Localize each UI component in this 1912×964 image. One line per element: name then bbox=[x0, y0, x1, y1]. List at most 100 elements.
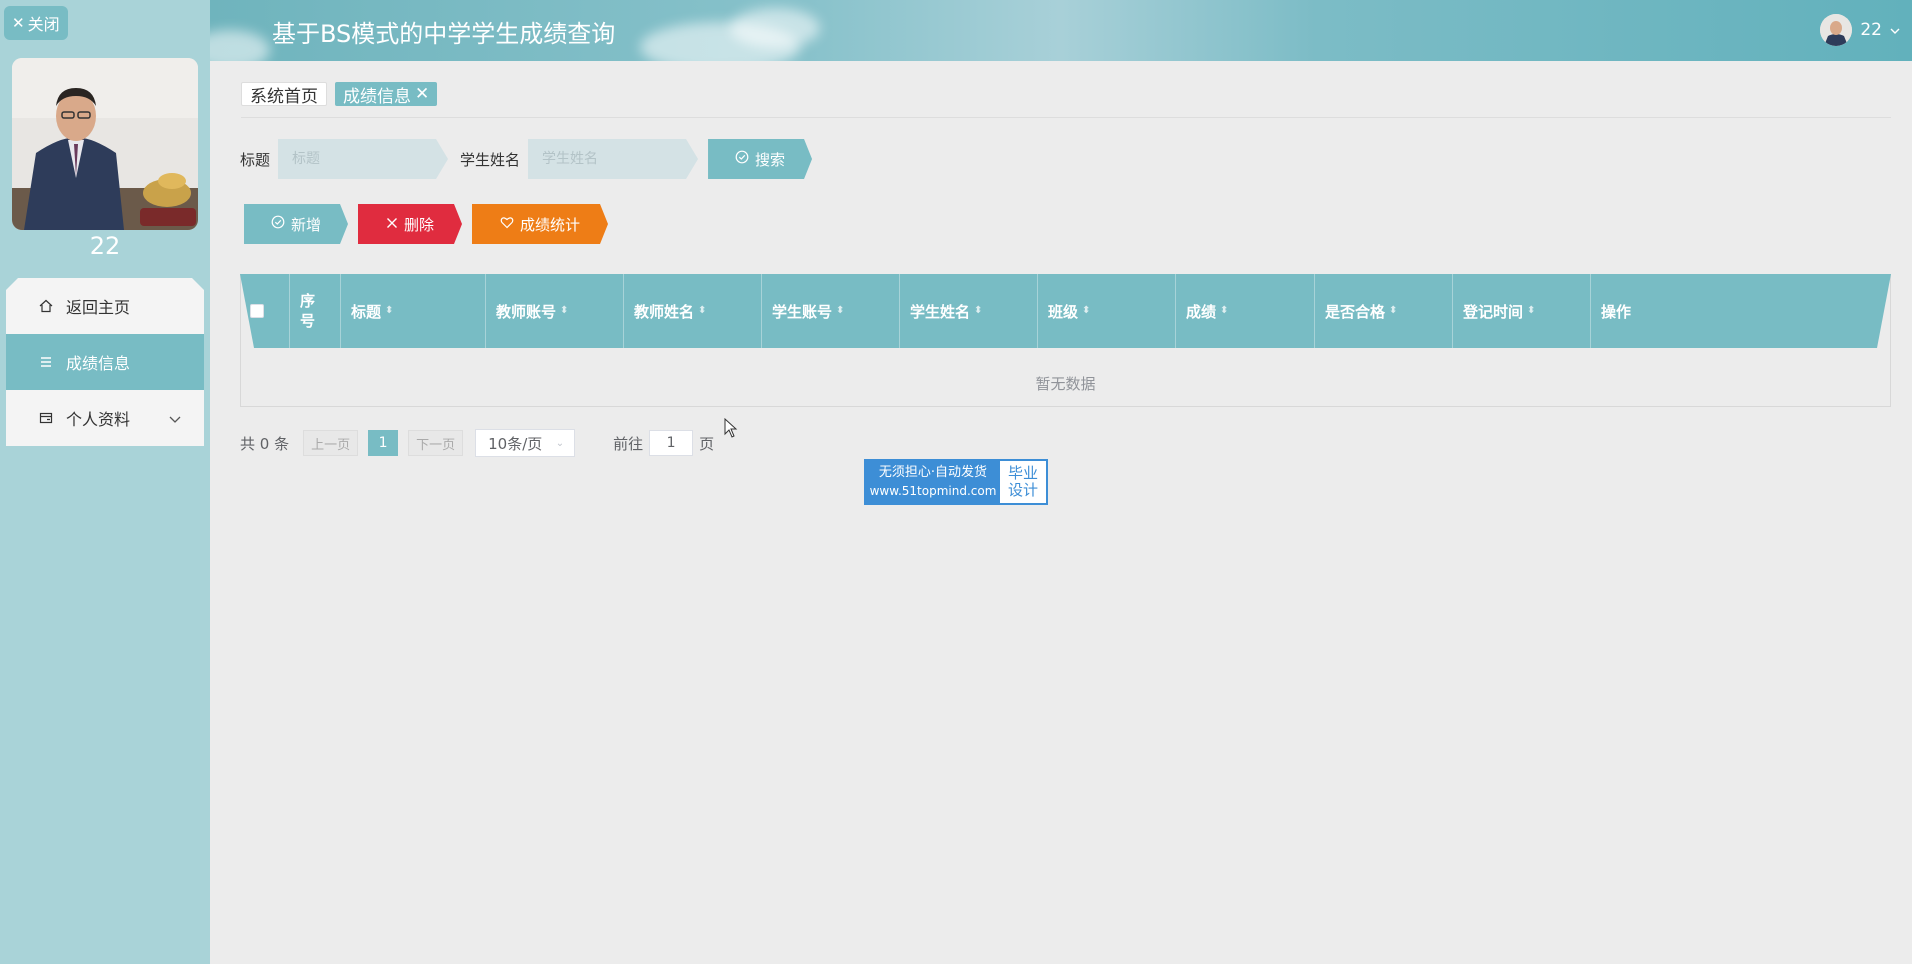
header-cloud-decoration bbox=[210, 30, 270, 61]
empty-state-text: 暂无数据 bbox=[1035, 375, 1096, 393]
student-name-search-input[interactable] bbox=[528, 139, 698, 179]
column-header-actions: 操作 bbox=[1591, 274, 1891, 348]
check-circle-icon bbox=[735, 150, 749, 168]
column-header-label: 学生账号 bbox=[772, 302, 833, 321]
close-label: 关闭 bbox=[27, 15, 60, 34]
profile-icon bbox=[38, 410, 54, 426]
pagination-total: 共 0 条 bbox=[240, 434, 290, 453]
column-header-label: 操作 bbox=[1601, 302, 1632, 321]
column-header-label: 教师姓名 bbox=[634, 302, 695, 321]
sort-icon[interactable]: ⬍ bbox=[1389, 306, 1397, 316]
page-size-select[interactable]: 10条/页 ⌄ bbox=[475, 429, 576, 457]
sidebar-item-profile[interactable]: 个人资料 bbox=[6, 390, 204, 446]
column-header-title[interactable]: 标题 ⬍ bbox=[341, 274, 486, 348]
column-header-student-name[interactable]: 学生姓名 ⬍ bbox=[900, 274, 1038, 348]
sort-icon[interactable]: ⬍ bbox=[560, 306, 568, 316]
page-title: 基于BS模式的中学学生成绩查询 bbox=[272, 20, 616, 48]
column-header-label: 序号 bbox=[300, 292, 316, 330]
home-icon bbox=[38, 298, 54, 314]
delete-button-label: 删除 bbox=[403, 215, 434, 234]
close-icon: ✕ bbox=[12, 14, 25, 32]
title-search-input[interactable] bbox=[278, 139, 448, 179]
heart-icon bbox=[500, 215, 514, 233]
watermark-logo-left: 无须担心·自动发货 www.51topmind.com bbox=[866, 461, 1000, 503]
mouse-cursor-icon bbox=[724, 417, 738, 442]
page-size-value: 10条/页 bbox=[488, 434, 543, 453]
sort-icon[interactable]: ⬍ bbox=[1527, 306, 1535, 316]
sidebar-menu: 返回主页 成绩信息 个人资料 bbox=[6, 278, 204, 446]
sidebar-user-name: 22 bbox=[89, 232, 121, 260]
next-page-button[interactable]: 下一页 bbox=[408, 430, 464, 456]
prev-page-button[interactable]: 上一页 bbox=[303, 430, 359, 456]
delete-button[interactable]: 删除 bbox=[358, 204, 462, 244]
close-sidebar-button[interactable]: ✕ 关闭 bbox=[4, 6, 68, 40]
check-circle-icon bbox=[271, 215, 285, 233]
column-header-class[interactable]: 班级 ⬍ bbox=[1038, 274, 1176, 348]
score-stats-button[interactable]: 成绩统计 bbox=[472, 204, 608, 244]
add-button[interactable]: 新增 bbox=[244, 204, 348, 244]
table-header: 序号 标题 ⬍ 教师账号 ⬍ 教师姓名 ⬍ 学生账号 ⬍ 学生姓名 ⬍ 班级 ⬍ 成绩 ⬍ 是… bbox=[240, 274, 1891, 348]
watermark-logo: 无须担心·自动发货 www.51topmind.com 毕业 设计 bbox=[864, 459, 1048, 505]
column-header-label: 教师账号 bbox=[496, 302, 557, 321]
column-header-label: 学生姓名 bbox=[910, 302, 971, 321]
column-header-index: 序号 bbox=[290, 274, 341, 348]
close-icon bbox=[386, 215, 398, 233]
chevron-down-icon bbox=[168, 410, 182, 429]
goto-page-input[interactable]: 1 bbox=[649, 430, 694, 456]
sort-icon[interactable]: ⬍ bbox=[698, 306, 706, 316]
column-header-score[interactable]: 成绩 ⬍ bbox=[1176, 274, 1315, 348]
column-header-student-account[interactable]: 学生账号 ⬍ bbox=[762, 274, 900, 348]
tag-current-label: 成绩信息 bbox=[343, 86, 411, 107]
column-header-label: 成绩 bbox=[1186, 302, 1217, 321]
select-all-checkbox[interactable] bbox=[250, 304, 264, 318]
sidebar-item-home[interactable]: 返回主页 bbox=[6, 278, 204, 334]
sidebar-item-label: 个人资料 bbox=[66, 410, 131, 429]
chevron-down-icon bbox=[1890, 20, 1900, 40]
goto-suffix: 页 bbox=[699, 434, 715, 453]
student-name-label: 学生姓名 bbox=[460, 150, 521, 169]
column-header-teacher-name[interactable]: 教师姓名 ⬍ bbox=[624, 274, 762, 348]
sidebar-item-label: 成绩信息 bbox=[66, 354, 131, 373]
tag-home[interactable]: 系统首页 bbox=[241, 82, 327, 107]
goto-prefix: 前往 bbox=[613, 434, 644, 453]
logo-text-bottom: 设计 bbox=[1007, 481, 1038, 499]
search-button-label: 搜索 bbox=[755, 150, 786, 169]
watermark-logo-right: 毕业 设计 bbox=[1000, 461, 1046, 503]
column-header-passed[interactable]: 是否合格 ⬍ bbox=[1315, 274, 1453, 348]
sidebar: ✕ 关闭 22 返回主页 成绩信息 个人资料 bbox=[0, 0, 210, 964]
page-number-current[interactable]: 1 bbox=[368, 430, 399, 456]
avatar bbox=[12, 58, 198, 230]
sort-icon[interactable]: ⬍ bbox=[836, 306, 844, 316]
column-header-register-time[interactable]: 登记时间 ⬍ bbox=[1453, 274, 1591, 348]
header-avatar bbox=[1820, 14, 1853, 46]
list-icon bbox=[38, 354, 54, 370]
search-button[interactable]: 搜索 bbox=[708, 139, 812, 179]
chevron-down-icon: ⌄ bbox=[555, 438, 565, 449]
logo-slogan: 无须担心·自动发货 bbox=[878, 465, 988, 480]
sort-icon[interactable]: ⬍ bbox=[1082, 306, 1090, 316]
divider bbox=[241, 117, 1891, 118]
score-stats-button-label: 成绩统计 bbox=[519, 215, 580, 234]
tags-view: 系统首页 成绩信息 ✕ bbox=[241, 82, 438, 107]
scores-table: 序号 标题 ⬍ 教师账号 ⬍ 教师姓名 ⬍ 学生账号 ⬍ 学生姓名 ⬍ 班级 ⬍ 成绩 ⬍ 是… bbox=[240, 274, 1891, 407]
logo-text-top: 毕业 bbox=[1007, 464, 1038, 482]
sort-icon[interactable]: ⬍ bbox=[385, 306, 393, 316]
select-all-cell bbox=[240, 274, 290, 348]
sort-icon[interactable]: ⬍ bbox=[974, 306, 982, 316]
column-header-teacher-account[interactable]: 教师账号 ⬍ bbox=[486, 274, 624, 348]
tag-current[interactable]: 成绩信息 ✕ bbox=[335, 82, 438, 107]
logo-url: www.51topmind.com bbox=[869, 484, 997, 498]
header-user-menu[interactable]: 22 bbox=[1820, 14, 1900, 46]
sidebar-item-label: 返回主页 bbox=[66, 298, 131, 317]
title-label: 标题 bbox=[240, 150, 271, 169]
sidebar-item-scores[interactable]: 成绩信息 bbox=[6, 334, 204, 390]
column-header-label: 标题 bbox=[351, 302, 382, 321]
column-header-label: 登记时间 bbox=[1463, 302, 1524, 321]
action-bar: 新增 删除 成绩统计 bbox=[244, 204, 608, 244]
sort-icon[interactable]: ⬍ bbox=[1220, 306, 1228, 316]
search-bar: 标题 学生姓名 搜索 bbox=[240, 139, 812, 179]
close-icon[interactable]: ✕ bbox=[415, 84, 429, 104]
column-header-label: 班级 bbox=[1048, 302, 1079, 321]
column-header-label: 是否合格 bbox=[1325, 302, 1386, 321]
top-header: 基于BS模式的中学学生成绩查询 22 bbox=[210, 0, 1912, 61]
